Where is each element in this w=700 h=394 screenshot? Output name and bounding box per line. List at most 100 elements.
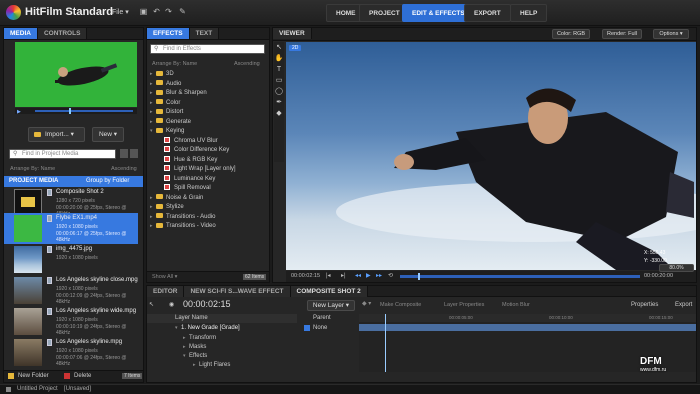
undo-icon[interactable]: ↶ bbox=[152, 7, 161, 16]
effect-item[interactable]: Hue & RGB Key bbox=[150, 155, 268, 165]
effects-panel: EFFECTS TEXT Find in Effects ⚲ Arrange B… bbox=[146, 27, 270, 283]
layer-clip[interactable] bbox=[359, 324, 696, 331]
nav-help[interactable]: HELP bbox=[510, 4, 548, 22]
ellipse-mask-icon[interactable]: ◯ bbox=[274, 86, 284, 97]
save-icon[interactable]: ▣ bbox=[139, 7, 148, 16]
list-view-icon[interactable] bbox=[120, 149, 128, 158]
viewer-canvas[interactable]: 2D X: 556.43 Y: -330.00 bbox=[286, 42, 696, 270]
viewer-toolbar: ↖ ✋ T ▭ ◯ ✒ ◆ bbox=[274, 42, 284, 162]
media-list: Composite Shot 2 1280 x 720 pixels 00:00… bbox=[4, 187, 143, 370]
effects-ascending-toggle[interactable]: Ascending bbox=[234, 61, 260, 67]
layer-prop-row[interactable]: ▾ Effects bbox=[147, 352, 297, 361]
effects-folder[interactable]: ▸ Blur & Sharpen bbox=[150, 89, 268, 98]
loop-icon[interactable]: ⟲ bbox=[388, 272, 393, 279]
tab-controls[interactable]: CONTROLS bbox=[37, 28, 88, 39]
list-item[interactable]: Los Angeles skyline wide.mpg 1920 x 1080… bbox=[4, 306, 138, 337]
tab-text[interactable]: TEXT bbox=[189, 28, 220, 39]
zoom-select[interactable]: 80.0% bbox=[659, 264, 694, 272]
layer-row[interactable]: ▾ 1. New Grade [Grade] bbox=[147, 324, 297, 333]
show-all-select[interactable]: Show All ▾ bbox=[152, 274, 177, 280]
play-icon[interactable]: ▶ bbox=[17, 109, 21, 115]
effects-folder[interactable]: ▸ Stylize bbox=[150, 203, 268, 212]
delete-button[interactable]: Delete bbox=[74, 373, 91, 379]
effects-folder[interactable]: ▸ Transitions - Video bbox=[150, 222, 268, 231]
viewer-transport: 00:00:02:15 |◂ ▸| ◂◂ ▶ ▸▸ ⟲ 00:00:20:00 bbox=[286, 271, 696, 282]
add-marker-icon[interactable]: ◆ ▾ bbox=[362, 300, 371, 307]
grid-view-icon[interactable] bbox=[130, 149, 138, 158]
nav-export[interactable]: EXPORT bbox=[464, 4, 511, 22]
layer-prop-row[interactable]: ▸ Masks bbox=[147, 343, 297, 352]
tab-composite-shot[interactable]: COMPOSITE SHOT 2 bbox=[290, 286, 368, 297]
next-frame-icon[interactable]: ▸▸ bbox=[376, 272, 382, 279]
list-item[interactable]: img_4475.jpg 1920 x 1080 pixels bbox=[4, 244, 138, 275]
group-by-folder[interactable]: Group by Folder bbox=[86, 178, 129, 184]
effect-item[interactable]: Light Wrap [Layer only] bbox=[150, 165, 268, 174]
preview-scrub-bar[interactable]: ▶ bbox=[15, 108, 137, 115]
effects-tree: ▸ 3D ▸ Audio ▸ Blur & Sharpen ▸ Color ▸ Disto… bbox=[150, 70, 268, 270]
viewer-scrub-bar[interactable] bbox=[400, 275, 640, 278]
arrange-by-select[interactable]: Arrange By: Name bbox=[10, 166, 55, 172]
media-panel: MEDIA CONTROLS ▶ Import... ▾ New ▾ Find … bbox=[3, 27, 144, 383]
ascending-toggle[interactable]: Ascending bbox=[111, 166, 137, 172]
parent-select[interactable]: None bbox=[313, 325, 327, 331]
import-button[interactable]: Import... ▾ bbox=[28, 127, 85, 142]
effects-folder[interactable]: ▸ Transitions - Audio bbox=[150, 213, 268, 222]
list-item[interactable]: Los Angeles skyline.mpg 1920 x 1080 pixe… bbox=[4, 337, 138, 368]
options-menu[interactable]: Options ▾ bbox=[653, 29, 689, 39]
timeline-playhead[interactable] bbox=[385, 314, 386, 372]
timeline-export-button[interactable]: Export bbox=[675, 302, 692, 308]
prev-frame-icon[interactable]: ◂◂ bbox=[355, 272, 361, 279]
effect-item[interactable]: Luminance Key bbox=[150, 174, 268, 184]
effects-footer: Show All ▾ 62 Items bbox=[147, 271, 269, 282]
in-point-icon[interactable]: |◂ bbox=[326, 272, 331, 279]
timeline-settings-icon[interactable]: ◉ bbox=[169, 301, 174, 308]
effects-folder[interactable]: ▸ Color bbox=[150, 99, 268, 108]
properties-button[interactable]: Properties bbox=[631, 302, 658, 308]
tab-effects[interactable]: EFFECTS bbox=[147, 28, 190, 39]
effects-search-input[interactable]: Find in Effects ⚲ bbox=[150, 44, 265, 54]
effects-folder-keying[interactable]: ▾ Keying bbox=[150, 127, 268, 136]
new-folder-button[interactable]: New Folder bbox=[18, 373, 49, 379]
effect-item[interactable]: Chroma UV Blur bbox=[150, 136, 268, 146]
render-select[interactable]: Render: Full bbox=[602, 29, 642, 39]
redo-icon[interactable]: ↷ bbox=[164, 7, 173, 16]
effects-folder[interactable]: ▸ 3D bbox=[150, 70, 268, 79]
time-ruler[interactable]: 00:00:05:00 00:00:10:00 00:00:15:00 bbox=[359, 314, 696, 322]
select-tool-icon[interactable]: ↖ bbox=[274, 42, 284, 53]
media-search-input[interactable]: Find in Project Media ⚲ bbox=[9, 149, 116, 159]
effects-folder[interactable]: ▸ Noise & Grain bbox=[150, 194, 268, 203]
parent-header: Parent bbox=[313, 315, 331, 321]
color-select[interactable]: Color: RGB bbox=[552, 29, 590, 39]
effects-arrange-select[interactable]: Arrange By: Name bbox=[152, 61, 197, 67]
out-point-icon[interactable]: ▸| bbox=[341, 272, 346, 279]
effect-item[interactable]: Spill Removal bbox=[150, 184, 268, 193]
tab-editor[interactable]: EDITOR bbox=[147, 286, 185, 297]
effects-folder[interactable]: ▸ Generate bbox=[150, 118, 268, 127]
file-menu[interactable]: File ▾ bbox=[112, 8, 129, 16]
layer-properties-button[interactable]: Layer Properties bbox=[444, 302, 484, 308]
play-icon[interactable]: ▶ bbox=[366, 272, 371, 279]
make-composite-button[interactable]: Make Composite bbox=[380, 302, 421, 308]
viewer-playhead[interactable] bbox=[418, 273, 420, 280]
pen-tool-icon[interactable]: ✒ bbox=[274, 97, 284, 108]
timeline-select-icon[interactable]: ↖ bbox=[149, 301, 154, 308]
timeline-timecode[interactable]: 00:00:02:15 bbox=[183, 299, 231, 309]
new-layer-button[interactable]: New Layer ▾ bbox=[307, 300, 355, 311]
list-item-selected[interactable]: Flybe EX1.mp4 1920 x 1080 pixels 00:00:0… bbox=[4, 213, 138, 244]
layer-prop-row[interactable]: ▸ Light Flares bbox=[147, 361, 297, 370]
anchor-tool-icon[interactable]: ◆ bbox=[274, 108, 284, 119]
layer-prop-row[interactable]: ▸ Transform bbox=[147, 334, 297, 343]
effects-folder[interactable]: ▸ Distort bbox=[150, 108, 268, 117]
motion-blur-button[interactable]: Motion Blur bbox=[502, 302, 530, 308]
new-button[interactable]: New ▾ bbox=[92, 127, 124, 142]
hand-tool-icon[interactable]: ✋ bbox=[274, 53, 284, 64]
effect-item[interactable]: Color Difference Key bbox=[150, 146, 268, 155]
tab-viewer[interactable]: VIEWER bbox=[273, 28, 312, 39]
rect-mask-icon[interactable]: ▭ bbox=[274, 75, 284, 86]
list-item[interactable]: Los Angeles skyline close.mpg 1920 x 108… bbox=[4, 275, 138, 306]
text-tool-icon[interactable]: T bbox=[274, 64, 284, 75]
tab-media[interactable]: MEDIA bbox=[4, 28, 38, 39]
brush-icon[interactable]: ✎ bbox=[178, 7, 187, 16]
tab-sci-fi[interactable]: NEW SCI-FI S...WAVE EFFECT bbox=[184, 286, 291, 297]
effects-folder[interactable]: ▸ Audio bbox=[150, 80, 268, 89]
